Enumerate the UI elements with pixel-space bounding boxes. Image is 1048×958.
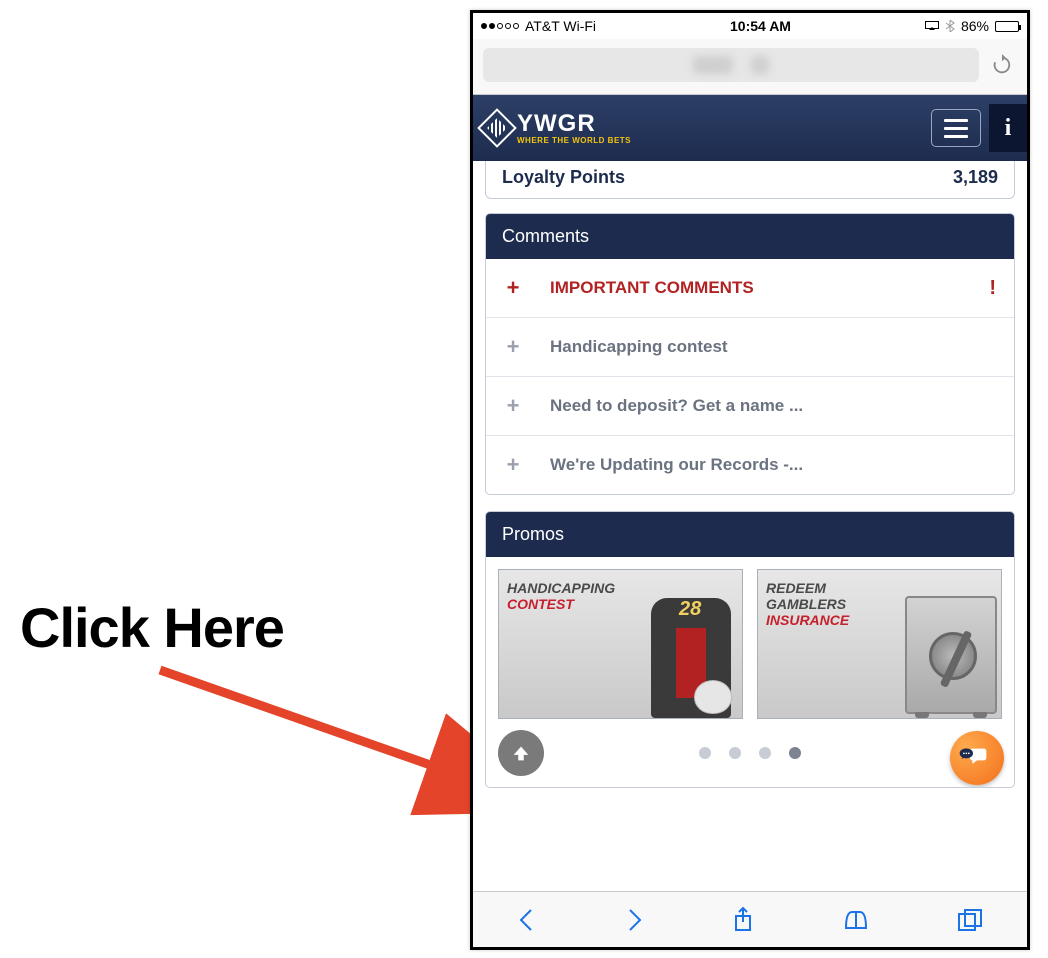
- page-content: Loyalty Points 3,189 Comments + IMPORTAN…: [473, 161, 1027, 810]
- promo-line-accent: CONTEST: [507, 596, 625, 612]
- airplay-icon: [925, 21, 939, 31]
- annotation-click-here: Click Here: [20, 595, 284, 660]
- bluetooth-icon: [945, 20, 955, 32]
- comment-item-important[interactable]: + IMPORTANT COMMENTS !: [486, 259, 1014, 317]
- forward-icon[interactable]: [624, 907, 644, 933]
- plus-icon: +: [504, 393, 522, 419]
- carousel-dot-active[interactable]: [789, 747, 801, 759]
- phone-frame: AT&T Wi-Fi 10:54 AM 86% YWGR WHERE THE W…: [470, 10, 1030, 950]
- promo-illustration-safe: [875, 570, 1001, 718]
- promos-header: Promos: [486, 512, 1014, 557]
- plus-icon: +: [504, 334, 522, 360]
- ios-status-bar: AT&T Wi-Fi 10:54 AM 86%: [473, 13, 1027, 39]
- carousel-dots: [699, 747, 801, 759]
- brand-logo[interactable]: YWGR WHERE THE WORLD BETS: [483, 112, 631, 145]
- safari-address-bar: [473, 39, 1027, 95]
- url-blur: [751, 56, 769, 74]
- hamburger-menu-button[interactable]: [931, 109, 981, 147]
- logo-diamond-icon: [477, 108, 517, 148]
- carousel-dot[interactable]: [759, 747, 771, 759]
- promo-line-accent: INSURANCE: [766, 612, 884, 628]
- tabs-icon[interactable]: [957, 908, 983, 932]
- reload-icon[interactable]: [987, 50, 1017, 80]
- info-button[interactable]: i: [989, 104, 1027, 152]
- url-blur: [693, 56, 733, 74]
- signal-dots-icon: [481, 23, 519, 29]
- app-header: YWGR WHERE THE WORLD BETS i: [473, 95, 1027, 161]
- comment-item[interactable]: + Need to deposit? Get a name ...: [486, 376, 1014, 435]
- carousel-dot[interactable]: [729, 747, 741, 759]
- carrier-label: AT&T Wi-Fi: [525, 18, 596, 34]
- battery-pct: 86%: [961, 18, 989, 34]
- comment-label: We're Updating our Records -...: [550, 455, 803, 475]
- safari-toolbar: [473, 891, 1027, 947]
- scroll-top-button[interactable]: [498, 730, 544, 776]
- url-field[interactable]: [483, 48, 979, 82]
- brand-tagline: WHERE THE WORLD BETS: [517, 136, 631, 145]
- share-icon[interactable]: [732, 906, 754, 934]
- promo-illustration-man: 28: [616, 570, 742, 718]
- bookmarks-icon[interactable]: [842, 908, 870, 932]
- battery-icon: [995, 21, 1019, 32]
- plus-icon: +: [504, 452, 522, 478]
- comment-label: Handicapping contest: [550, 337, 728, 357]
- promo-line: HANDICAPPING: [507, 580, 625, 596]
- promo-card-redeem[interactable]: REDEEM GAMBLERS INSURANCE: [757, 569, 1002, 719]
- comments-panel: Comments + IMPORTANT COMMENTS ! + Handic…: [485, 213, 1015, 495]
- plus-icon: +: [504, 275, 522, 301]
- comment-item[interactable]: + Handicapping contest: [486, 317, 1014, 376]
- promo-card-handicapping[interactable]: HANDICAPPING CONTEST 28: [498, 569, 743, 719]
- promos-panel: Promos HANDICAPPING CONTEST 28: [485, 511, 1015, 788]
- status-time: 10:54 AM: [730, 18, 791, 34]
- chat-button[interactable]: [950, 731, 1004, 785]
- promo-line: REDEEM: [766, 580, 884, 596]
- comment-label: IMPORTANT COMMENTS: [550, 278, 754, 298]
- comment-item[interactable]: + We're Updating our Records -...: [486, 435, 1014, 494]
- loyalty-value: 3,189: [953, 167, 998, 188]
- comments-header: Comments: [486, 214, 1014, 259]
- comment-label: Need to deposit? Get a name ...: [550, 396, 803, 416]
- carousel-dot[interactable]: [699, 747, 711, 759]
- loyalty-points-row: Loyalty Points 3,189: [485, 161, 1015, 199]
- brand-name: YWGR: [517, 112, 631, 136]
- back-icon[interactable]: [517, 907, 537, 933]
- promo-line: GAMBLERS: [766, 596, 884, 612]
- loyalty-label: Loyalty Points: [502, 167, 625, 188]
- alert-icon: !: [989, 277, 996, 300]
